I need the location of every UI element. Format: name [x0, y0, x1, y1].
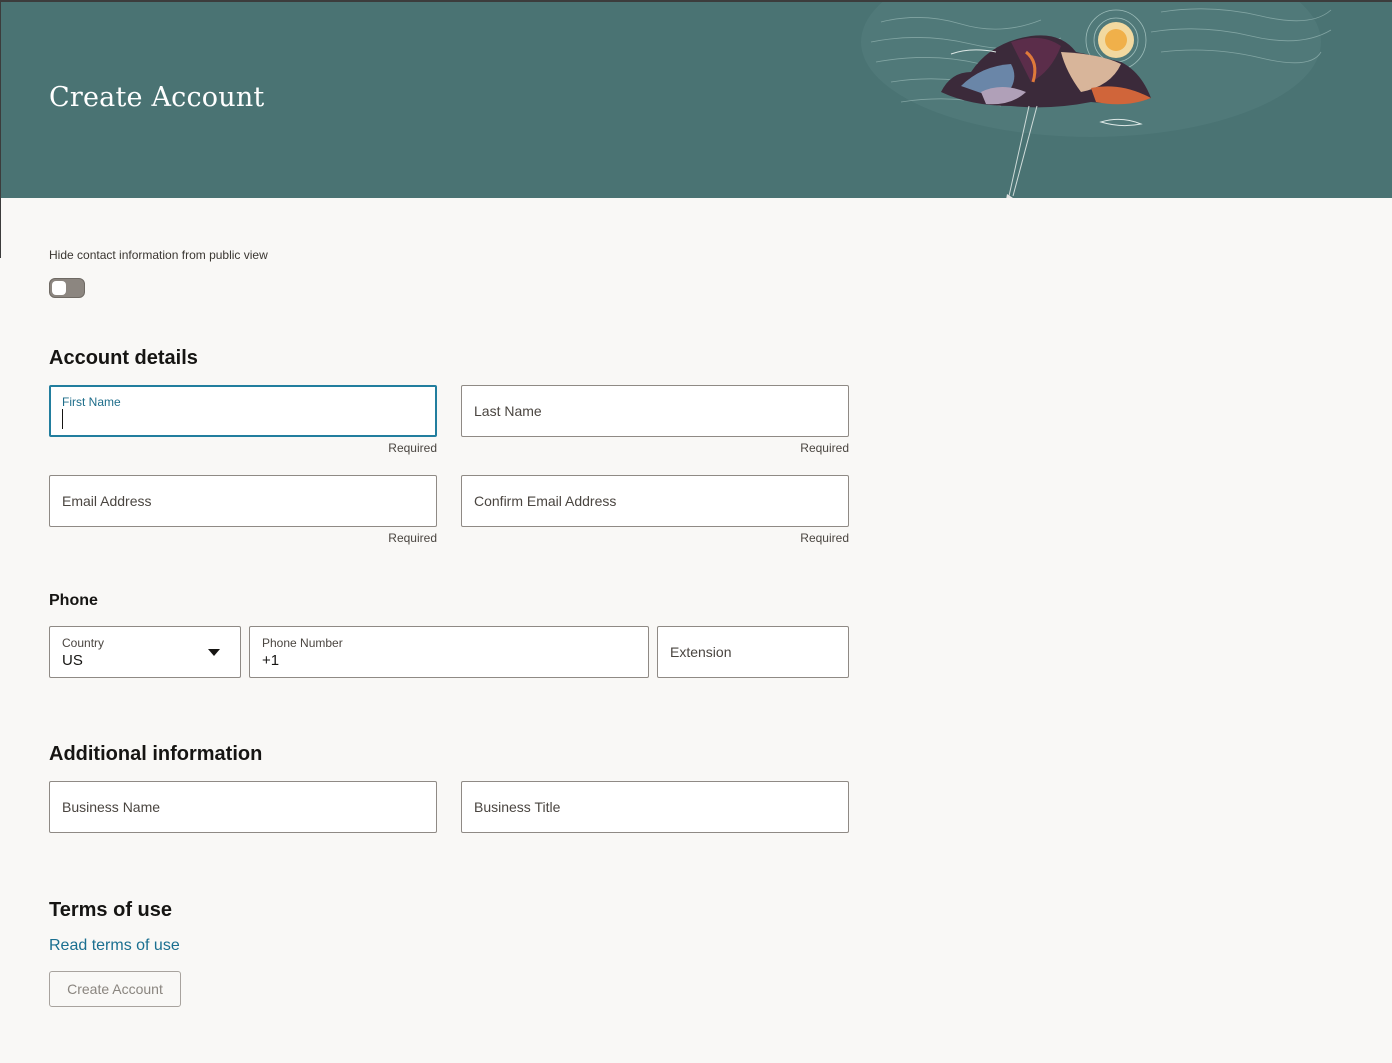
terms-heading: Terms of use	[49, 899, 172, 921]
first-name-required-hint: Required	[388, 441, 437, 455]
read-terms-link[interactable]: Read terms of use	[49, 937, 180, 955]
country-select[interactable]: Country US	[49, 626, 241, 678]
last-name-field[interactable]: Last Name	[461, 385, 849, 437]
business-title-field[interactable]: Business Title	[461, 781, 849, 833]
phone-number-label: Phone Number	[262, 636, 343, 650]
last-name-required-hint: Required	[800, 441, 849, 455]
phone-number-field[interactable]: Phone Number +1	[249, 626, 649, 678]
extension-field[interactable]: Extension	[657, 626, 849, 678]
first-name-label: First Name	[62, 395, 121, 409]
account-details-heading: Account details	[49, 347, 198, 369]
page-header: Create Account	[1, 2, 1392, 198]
business-title-placeholder: Business Title	[474, 799, 561, 815]
additional-info-heading: Additional information	[49, 743, 263, 765]
hide-contact-toggle[interactable]	[49, 278, 85, 298]
confirm-email-required-hint: Required	[800, 531, 849, 545]
confirm-email-placeholder: Confirm Email Address	[474, 493, 617, 509]
country-label: Country	[62, 636, 105, 650]
create-account-button[interactable]: Create Account	[49, 971, 181, 1007]
toggle-knob	[52, 281, 66, 295]
chevron-down-icon	[208, 649, 220, 656]
confirm-email-field[interactable]: Confirm Email Address	[461, 475, 849, 527]
business-name-placeholder: Business Name	[62, 799, 161, 815]
page-title: Create Account	[49, 82, 265, 113]
email-placeholder: Email Address	[62, 493, 152, 509]
country-value: US	[62, 652, 83, 669]
swing-figure-illustration	[1006, 105, 1038, 198]
extension-placeholder: Extension	[670, 644, 732, 660]
text-caret	[62, 409, 63, 429]
email-field[interactable]: Email Address	[49, 475, 437, 527]
last-name-placeholder: Last Name	[474, 403, 542, 419]
hide-contact-label: Hide contact information from public vie…	[49, 248, 268, 262]
phone-number-value: +1	[262, 652, 280, 669]
phone-heading: Phone	[49, 592, 98, 609]
business-name-field[interactable]: Business Name	[49, 781, 437, 833]
header-illustration	[861, 2, 1332, 137]
email-required-hint: Required	[388, 531, 437, 545]
first-name-field[interactable]: First Name	[49, 385, 437, 437]
